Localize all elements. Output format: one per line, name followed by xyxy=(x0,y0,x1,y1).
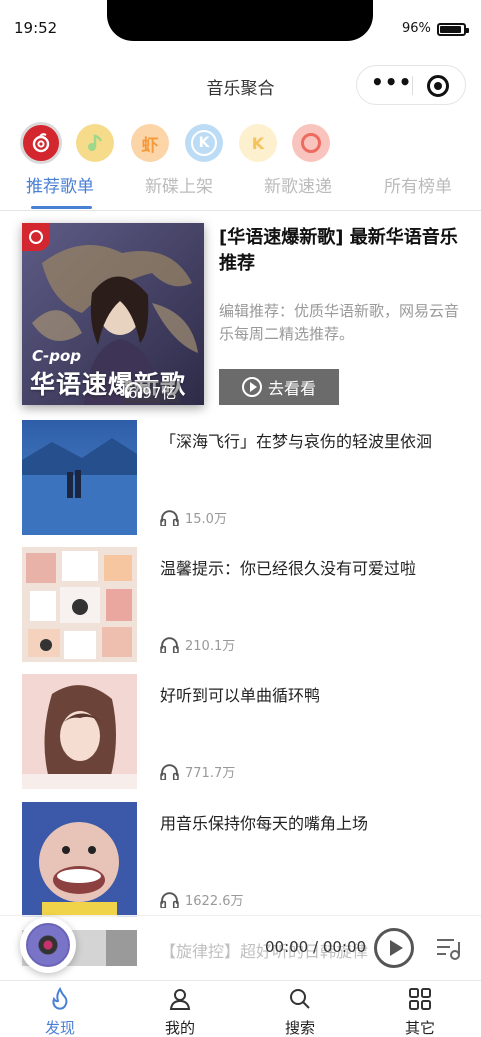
flame-icon xyxy=(52,987,68,1010)
headphone-icon xyxy=(160,892,179,908)
featured-description: 编辑推荐：优质华语新歌，网易云音乐每周二精选推荐。 xyxy=(219,302,460,343)
playlist-icon[interactable] xyxy=(436,936,462,960)
headphone-icon xyxy=(160,764,179,780)
playlist-item[interactable]: 好听到可以单曲循环鸭 771.7万 xyxy=(0,674,481,790)
playlist-item[interactable]: 用音乐保持你每天的嘴角上场 1622.6万 xyxy=(0,802,481,918)
notch xyxy=(107,0,373,41)
playlist-cover xyxy=(22,802,137,917)
featured-title[interactable]: [华语速爆新歌] 最新华语音乐推荐 xyxy=(219,225,459,277)
battery-percentage: 96% xyxy=(402,21,431,36)
headphone-icon xyxy=(125,382,142,398)
category-tabs: 推荐歌单 新碟上架 新歌速递 所有榜单 xyxy=(0,172,481,210)
playlist-play-count: 210.1万 xyxy=(160,635,235,654)
headphone-icon xyxy=(160,510,179,526)
playlist-cover xyxy=(22,674,137,789)
playlist-play-count: 1622.6万 xyxy=(160,890,244,909)
play-button[interactable] xyxy=(374,928,414,968)
headphone-icon xyxy=(160,637,179,653)
playlist-play-count: 771.7万 xyxy=(160,762,235,781)
status-bar: 19:52 96% xyxy=(0,0,481,56)
tab-recommended[interactable]: 推荐歌单 xyxy=(26,172,94,197)
tab-all-charts[interactable]: 所有榜单 xyxy=(384,172,452,197)
target-circle-icon[interactable] xyxy=(427,75,449,97)
tab-other[interactable]: 其它 xyxy=(360,981,480,1037)
grid-icon xyxy=(409,988,431,1010)
battery-icon xyxy=(437,23,469,36)
more-dots-icon[interactable]: ••• xyxy=(371,72,411,96)
playlist-item[interactable]: 「深海飞行」在梦与哀伤的轻波里依洄 15.0万 xyxy=(0,420,481,536)
platform-selector: 虾 K K xyxy=(0,122,481,166)
kugou-icon[interactable]: K xyxy=(185,124,223,162)
kuwo-icon[interactable]: K xyxy=(239,124,277,162)
status-time: 19:52 xyxy=(14,19,58,37)
tab-mine[interactable]: 我的 xyxy=(120,981,240,1037)
user-icon xyxy=(169,989,191,1010)
tab-indicator xyxy=(31,206,92,209)
search-icon xyxy=(290,989,310,1009)
view-featured-button[interactable]: 去看看 xyxy=(219,369,339,405)
tab-new-albums[interactable]: 新碟上架 xyxy=(145,172,213,197)
playlist-title: 「深海飞行」在梦与哀伤的轻波里依洄 xyxy=(160,432,433,451)
playlist-title: 好听到可以单曲循环鸭 xyxy=(160,686,321,705)
playlist-play-count: 15.0万 xyxy=(160,508,227,527)
playlist-cover xyxy=(22,547,137,662)
tab-discover[interactable]: 发现 xyxy=(0,981,120,1037)
featured-play-count: 6.97亿 xyxy=(124,381,181,403)
playlist-title: 用音乐保持你每天的嘴角上场 xyxy=(160,814,369,833)
play-circle-icon xyxy=(241,377,262,397)
netease-cloud-icon[interactable] xyxy=(20,122,62,164)
mini-player-time: 00:00 / 00:00 xyxy=(265,938,367,956)
xiami-icon[interactable]: 虾 xyxy=(131,124,169,162)
cover-tag: C-pop xyxy=(32,347,82,365)
mini-program-capsule: ••• xyxy=(356,65,466,105)
featured-cover[interactable]: C-pop 华语速爆新歌 6.97亿 xyxy=(22,223,204,405)
playlist-item[interactable]: 温馨提示：你已经很久没有可爱过啦 210.1万 xyxy=(0,547,481,663)
netease-logo-icon xyxy=(22,223,50,251)
qianqian-icon[interactable] xyxy=(292,124,330,162)
playlist-title: 温馨提示：你已经很久没有可爱过啦 xyxy=(160,559,417,578)
playlist-cover xyxy=(22,420,137,535)
tab-new-songs[interactable]: 新歌速递 xyxy=(264,172,332,197)
bottom-tab-bar: 发现 我的 搜索 其它 xyxy=(0,980,481,1037)
qq-music-icon[interactable] xyxy=(76,124,114,162)
tab-search[interactable]: 搜索 xyxy=(240,981,360,1037)
now-playing-disc-icon[interactable] xyxy=(20,917,76,973)
